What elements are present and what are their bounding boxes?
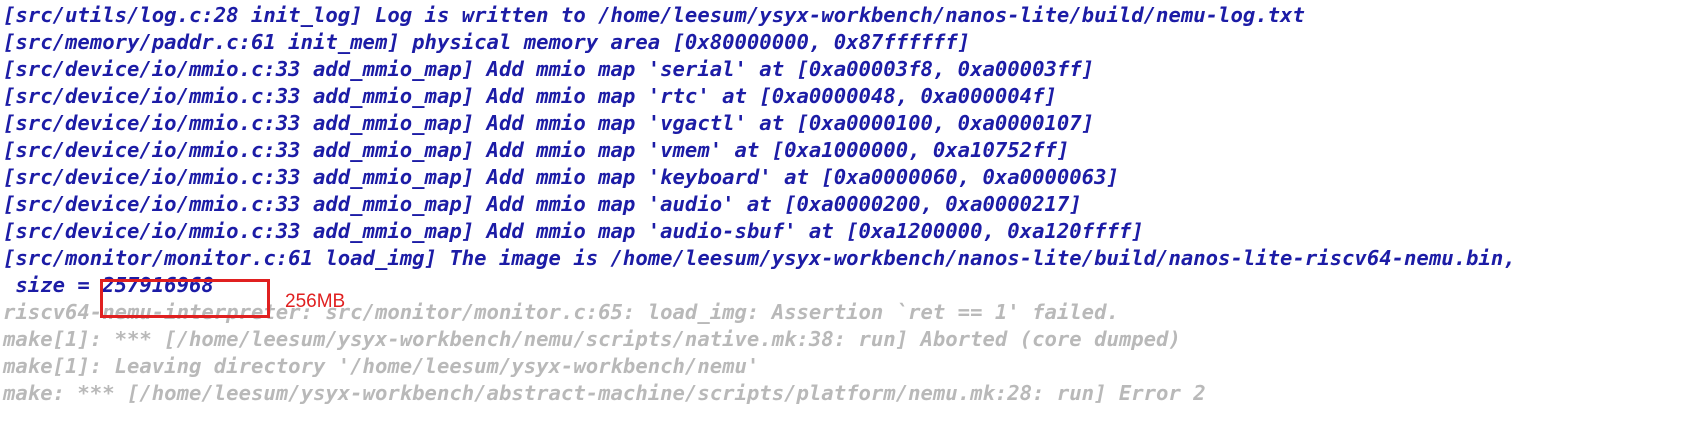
log-line-mmio-vmem: [src/device/io/mmio.c:33 add_mmio_map] A… (3, 138, 1070, 162)
log-line-load-img: [src/monitor/monitor.c:61 load_img] The … (3, 246, 1516, 270)
error-line-make-error: make: *** [/home/leesum/ysyx-workbench/a… (3, 381, 1206, 405)
size-highlight-box (100, 279, 270, 318)
terminal-output: [src/utils/log.c:28 init_log] Log is wri… (0, 0, 1681, 431)
log-line-mmio-keyboard: [src/device/io/mmio.c:33 add_mmio_map] A… (3, 165, 1119, 189)
log-line-mmio-audio: [src/device/io/mmio.c:33 add_mmio_map] A… (3, 192, 1082, 216)
size-annotation: 256MB (285, 291, 346, 312)
log-line-mmio-vgactl: [src/device/io/mmio.c:33 add_mmio_map] A… (3, 111, 1095, 135)
log-line-mmio-rtc: [src/device/io/mmio.c:33 add_mmio_map] A… (3, 84, 1057, 108)
log-line-mmio-audio-sbuf: [src/device/io/mmio.c:33 add_mmio_map] A… (3, 219, 1144, 243)
log-line-init-log: [src/utils/log.c:28 init_log] Log is wri… (3, 3, 1305, 27)
error-line-leaving-directory: make[1]: Leaving directory '/home/leesum… (3, 354, 760, 378)
log-line-mmio-serial: [src/device/io/mmio.c:33 add_mmio_map] A… (3, 57, 1095, 81)
error-line-make-aborted: make[1]: *** [/home/leesum/ysyx-workbenc… (3, 327, 1181, 351)
log-line-init-mem: [src/memory/paddr.c:61 init_mem] physica… (3, 30, 971, 54)
